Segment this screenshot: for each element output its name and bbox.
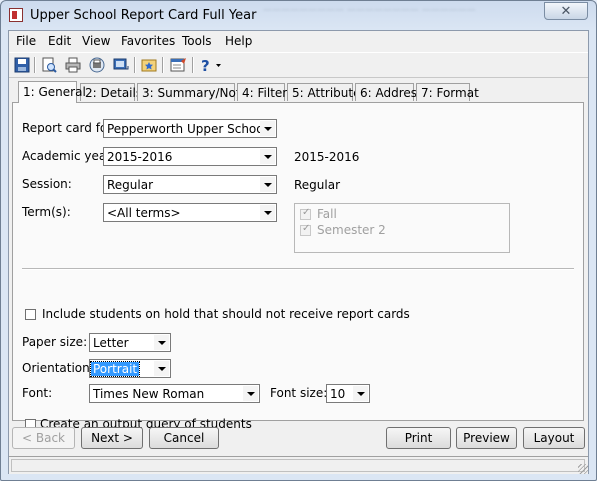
font-size-dropdown[interactable]: 10 (326, 384, 370, 403)
orientation-value: Portrait (89, 361, 141, 377)
chevron-down-icon[interactable] (260, 149, 275, 164)
menu-tools[interactable]: Tools (182, 34, 212, 48)
font-value: Times New Roman (93, 387, 205, 401)
export-icon[interactable] (112, 56, 130, 74)
terms-list: Fall Semester 2 (294, 203, 510, 253)
paper-size-dropdown[interactable]: Letter (89, 333, 171, 352)
menu-edit[interactable]: Edit (48, 34, 71, 48)
title-bar[interactable]: Upper School Report Card Full Year —————… (1, 1, 596, 29)
menu-file[interactable]: File (16, 34, 36, 48)
chevron-down-icon[interactable] (154, 361, 169, 376)
print-setup-icon[interactable] (88, 56, 106, 74)
menu-view[interactable]: View (82, 34, 110, 48)
font-label: Font: (22, 386, 53, 400)
academic-year-value: 2015-2016 (107, 150, 173, 164)
next-button[interactable]: Next > (81, 427, 143, 449)
tab-format[interactable]: 7: Format (416, 83, 479, 101)
term-fall-checkbox (300, 207, 311, 220)
term-fall-label: Fall (317, 207, 337, 221)
term-semester2-label: Semester 2 (317, 223, 386, 237)
print-button[interactable]: Print (386, 427, 451, 449)
paper-size-label: Paper size: (22, 335, 88, 349)
session-display: Regular (294, 178, 341, 192)
terms-value: <All terms> (107, 206, 181, 220)
svg-text:?: ? (201, 57, 210, 74)
tab-summary-notes[interactable]: 3: Summary/Notes (137, 83, 254, 101)
preview-button[interactable]: Preview (456, 427, 517, 449)
tab-strip: 1: General 2: Details 3: Summary/Notes 4… (9, 81, 588, 103)
chevron-down-icon[interactable] (260, 121, 275, 136)
status-bar (9, 456, 588, 474)
close-button[interactable]: ✕ (544, 2, 588, 20)
chevron-down-icon[interactable] (353, 386, 368, 401)
academic-year-display: 2015-2016 (294, 150, 360, 164)
print-icon[interactable] (64, 56, 82, 74)
academic-year-dropdown[interactable]: 2015-2016 (103, 147, 277, 166)
chevron-down-icon[interactable] (243, 386, 258, 401)
save-icon[interactable] (13, 56, 31, 74)
session-value: Regular (107, 178, 154, 192)
orientation-label: Orientation: (22, 361, 94, 375)
academic-year-label: Academic year: (22, 149, 115, 163)
back-button[interactable]: < Back (12, 427, 75, 449)
menu-bar: File Edit View Favorites Tools Help (9, 31, 588, 51)
cancel-button[interactable]: Cancel (149, 427, 219, 449)
orientation-dropdown[interactable]: Portrait (89, 359, 171, 378)
tab-general[interactable]: 1: General (18, 81, 86, 103)
menu-help[interactable]: Help (225, 34, 252, 48)
help-icon[interactable]: ? (198, 56, 224, 75)
chevron-down-icon[interactable] (260, 205, 275, 220)
layout-button[interactable]: Layout (523, 427, 585, 449)
chevron-down-icon[interactable] (260, 177, 275, 192)
hold-students-checkbox[interactable] (25, 309, 36, 320)
background-window-text: ————————— ———————— —————— (263, 5, 476, 15)
report-card-for-label: Report card for: (22, 121, 117, 135)
client-area: File Edit View Favorites Tools Help ? 1:… (8, 30, 589, 474)
tab-details[interactable]: 2: Details (80, 83, 142, 101)
font-size-value: 10 (330, 387, 346, 401)
report-card-app-icon (9, 8, 23, 22)
font-dropdown[interactable]: Times New Roman (89, 384, 260, 403)
report-card-window: Upper School Report Card Full Year —————… (0, 0, 597, 481)
session-dropdown[interactable]: Regular (103, 175, 277, 194)
terms-dropdown[interactable]: <All terms> (103, 203, 277, 222)
font-size-label: Font size: (270, 386, 328, 400)
section-divider (22, 268, 574, 270)
paper-size-value: Letter (93, 336, 129, 350)
tab-attributes[interactable]: 5: Attributes (287, 83, 367, 101)
report-card-for-value: Pepperworth Upper School (107, 122, 267, 136)
favorites-icon[interactable] (140, 56, 158, 74)
toolbar: ? (9, 52, 588, 78)
session-label: Session: (22, 177, 72, 191)
properties-icon[interactable] (169, 56, 187, 74)
general-panel: Report card for: Pepperworth Upper Schoo… (12, 102, 584, 430)
term-semester2-checkbox (300, 223, 311, 236)
tab-address[interactable]: 6: Address (355, 83, 423, 101)
terms-label: Term(s): (22, 205, 71, 219)
chevron-down-icon[interactable] (154, 335, 169, 350)
hold-students-label[interactable]: Include students on hold that should not… (42, 307, 410, 321)
window-title: Upper School Report Card Full Year (30, 8, 257, 23)
menu-favorites[interactable]: Favorites (121, 34, 175, 48)
print-preview-icon[interactable] (40, 56, 58, 74)
resize-grip-icon[interactable] (578, 464, 588, 474)
report-card-for-dropdown[interactable]: Pepperworth Upper School (103, 119, 277, 138)
tab-filters[interactable]: 4: Filters (237, 83, 293, 101)
status-panel (11, 459, 585, 472)
